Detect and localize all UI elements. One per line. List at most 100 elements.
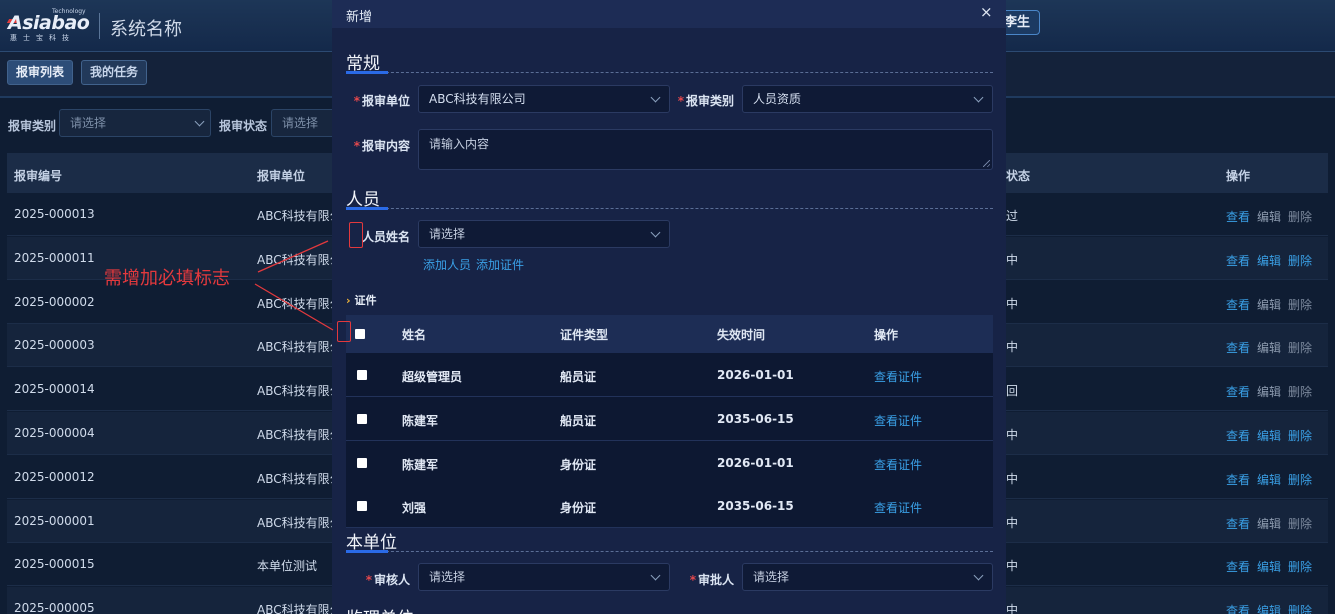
tab-my-tasks[interactable]: 我的任务	[81, 60, 148, 85]
row-checkbox[interactable]	[357, 457, 367, 468]
type-select-value: 人员资质	[753, 92, 802, 106]
view-link[interactable]: 查看	[1226, 427, 1250, 444]
edit-link[interactable]: 编辑	[1257, 471, 1281, 488]
person-name-placeholder: 请选择	[429, 227, 466, 241]
row-status: 过	[1006, 209, 1019, 223]
edit-link[interactable]: 编辑	[1257, 427, 1281, 444]
column-header-actions: 操作	[1226, 169, 1251, 183]
approver-select[interactable]: 请选择	[742, 563, 993, 591]
approver-label: * 审批人	[689, 573, 734, 587]
header-divider	[99, 13, 100, 39]
delete-link[interactable]: 删除	[1288, 427, 1312, 444]
row-id: 2025-000011	[14, 250, 95, 265]
view-link[interactable]: 查看	[1226, 383, 1250, 400]
row-id: 2025-000012	[14, 469, 95, 484]
delete-link[interactable]: 删除	[1288, 252, 1312, 269]
add-person-link[interactable]: 添加人员	[423, 256, 471, 273]
row-status: 中	[1006, 340, 1019, 355]
view-link[interactable]: 查看	[1226, 602, 1250, 614]
view-cert-link[interactable]: 查看证件	[874, 368, 922, 385]
view-link[interactable]: 查看	[1226, 558, 1250, 575]
delete-link[interactable]: 删除	[1288, 471, 1312, 488]
app-title: 系统名称	[110, 19, 182, 40]
edit-link[interactable]: 编辑	[1257, 383, 1281, 400]
row-id: 2025-000004	[14, 426, 95, 440]
view-cert-link[interactable]: 查看证件	[874, 456, 922, 473]
certs-subheading: › 证件	[346, 294, 377, 307]
view-link[interactable]: 查看	[1226, 471, 1250, 488]
row-unit: ABC科技有限公	[257, 515, 342, 530]
reviewer-select[interactable]: 请选择	[418, 563, 670, 591]
logo-subtitle: 惠士宝科技	[10, 34, 75, 42]
view-link[interactable]: 查看	[1226, 515, 1250, 532]
cert-row: 超级管理员 船员证 2026-01-01 查看证件	[346, 353, 993, 397]
resize-handle-icon[interactable]	[983, 160, 990, 167]
row-id: 2025-000003	[14, 338, 95, 353]
edit-link[interactable]: 编辑	[1257, 296, 1281, 313]
chevron-down-icon	[194, 116, 205, 127]
row-checkbox[interactable]	[357, 413, 367, 424]
unit-select[interactable]: ABC科技有限公司	[418, 85, 670, 113]
delete-link[interactable]: 删除	[1288, 383, 1312, 400]
row-unit: ABC科技有限公	[257, 603, 342, 614]
delete-link[interactable]: 删除	[1288, 515, 1312, 532]
column-header-id: 报审编号	[14, 169, 63, 183]
delete-link[interactable]: 删除	[1288, 558, 1312, 575]
delete-link[interactable]: 删除	[1288, 208, 1312, 225]
person-name-select[interactable]: 请选择	[418, 220, 670, 248]
edit-link[interactable]: 编辑	[1257, 339, 1281, 356]
delete-link[interactable]: 删除	[1288, 602, 1312, 614]
filter-type-select[interactable]: 请选择	[59, 109, 211, 137]
column-header-name: 姓名	[402, 328, 427, 342]
edit-link[interactable]: 编辑	[1257, 602, 1281, 614]
delete-link[interactable]: 删除	[1288, 339, 1312, 356]
row-status: 中	[1006, 515, 1019, 530]
cert-name: 超级管理员	[402, 370, 463, 384]
edit-link[interactable]: 编辑	[1257, 252, 1281, 269]
row-checkbox[interactable]	[357, 370, 367, 380]
content-placeholder: 请输入内容	[429, 137, 490, 151]
column-header-unit: 报审单位	[257, 169, 306, 183]
unit-select-value: ABC科技有限公司	[429, 92, 526, 106]
annotation-highlight-box	[349, 222, 363, 248]
row-checkbox[interactable]	[357, 501, 367, 512]
chevron-down-icon	[973, 92, 984, 103]
unit-label: * 报审单位	[353, 94, 410, 108]
edit-link[interactable]: 编辑	[1257, 515, 1281, 532]
dialog-title: 新增	[346, 10, 373, 25]
row-unit: 本单位测试	[257, 559, 318, 574]
dialog-header: 新增 ×	[332, 0, 1006, 28]
tab-review-list[interactable]: 报审列表	[7, 60, 74, 85]
row-status: 中	[1006, 471, 1019, 486]
view-cert-link[interactable]: 查看证件	[874, 412, 922, 429]
row-unit: ABC科技有限公	[257, 428, 342, 442]
column-header-cert-type: 证件类型	[560, 328, 609, 342]
row-id: 2025-000013	[14, 207, 95, 221]
close-icon[interactable]: ×	[980, 3, 993, 21]
column-header-actions: 操作	[874, 328, 899, 342]
reviewer-placeholder: 请选择	[429, 570, 466, 584]
row-unit: ABC科技有限公	[257, 209, 342, 223]
view-link[interactable]: 查看	[1226, 339, 1250, 356]
view-link[interactable]: 查看	[1226, 208, 1250, 225]
row-id: 2025-000002	[14, 294, 95, 309]
cert-row: 陈建军 身份证 2026-01-01 查看证件	[346, 440, 993, 485]
delete-link[interactable]: 删除	[1288, 296, 1312, 313]
add-cert-link[interactable]: 添加证件	[476, 256, 524, 273]
edit-link[interactable]: 编辑	[1257, 558, 1281, 575]
chevron-down-icon	[650, 92, 661, 103]
logo-tech-text: Technology	[52, 8, 86, 15]
row-status: 中	[1006, 428, 1019, 442]
view-link[interactable]: 查看	[1226, 296, 1250, 313]
type-select[interactable]: 人员资质	[742, 85, 993, 113]
edit-link[interactable]: 编辑	[1257, 208, 1281, 225]
content-textarea[interactable]: 请输入内容	[418, 129, 993, 170]
row-id: 2025-000015	[14, 557, 95, 572]
filter-status-placeholder: 请选择	[282, 116, 319, 130]
view-link[interactable]: 查看	[1226, 252, 1250, 269]
cert-type: 船员证	[560, 370, 597, 384]
column-header-expiry: 失效时间	[717, 328, 766, 342]
select-all-checkbox[interactable]	[355, 329, 365, 339]
view-cert-link[interactable]: 查看证件	[874, 499, 922, 516]
company-logo: Asiabao Technology 惠士宝科技	[6, 8, 92, 44]
